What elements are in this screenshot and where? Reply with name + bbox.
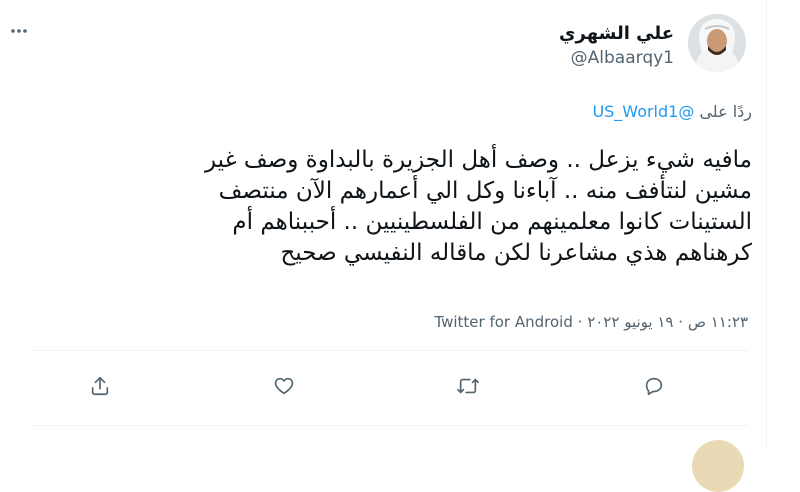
heart-icon <box>273 375 295 401</box>
tweet-text-line: مشين لنتأفف منه .. آباءنا وكل الي أعماره… <box>218 178 752 204</box>
meta-separator: · <box>577 313 583 331</box>
divider <box>30 425 748 426</box>
more-options-button[interactable] <box>8 22 30 44</box>
meta-separator: · <box>678 313 684 331</box>
timeline-border <box>766 0 767 450</box>
user-handle[interactable]: @Albaarqy1 <box>571 48 674 68</box>
reply-context: ردًا على @US_World1 <box>592 102 752 121</box>
like-button[interactable] <box>270 374 298 402</box>
tweet-metadata: ١١:٢٣ ص · ١٩ يونيو ٢٠٢٢ · Twitter for An… <box>434 313 748 331</box>
display-name[interactable]: علي الشهري <box>559 23 674 44</box>
avatar[interactable] <box>688 14 746 72</box>
tweet-text: مافيه شيء يزعل .. وصف أهل الجزيرة بالبدا… <box>52 145 752 269</box>
reply-button[interactable] <box>640 374 668 402</box>
tweet-time[interactable]: ١١:٢٣ ص <box>688 313 748 331</box>
tweet-source[interactable]: Twitter for Android <box>434 313 572 331</box>
next-tweet-avatar[interactable] <box>692 440 744 492</box>
more-dots-icon <box>9 21 29 45</box>
retweet-button[interactable] <box>454 374 482 402</box>
retweet-icon <box>456 375 480 401</box>
share-button[interactable] <box>86 374 114 402</box>
tweet-text-line: الستينات كانوا معلمينهم من الفلسطينيين .… <box>232 209 752 235</box>
reply-to-mention[interactable]: @US_World1 <box>592 102 694 121</box>
share-icon <box>89 375 111 401</box>
tweet-text-line: مافيه شيء يزعل .. وصف أهل الجزيرة بالبدا… <box>204 147 752 173</box>
reply-icon <box>643 375 665 401</box>
divider <box>30 350 748 351</box>
tweet-text-line: كرهناهم هذي مشاعرنا لكن ماقاله النفيسي ص… <box>280 240 752 266</box>
tweet-date[interactable]: ١٩ يونيو ٢٠٢٢ <box>587 313 673 331</box>
reply-prefix: ردًا على <box>699 102 752 121</box>
